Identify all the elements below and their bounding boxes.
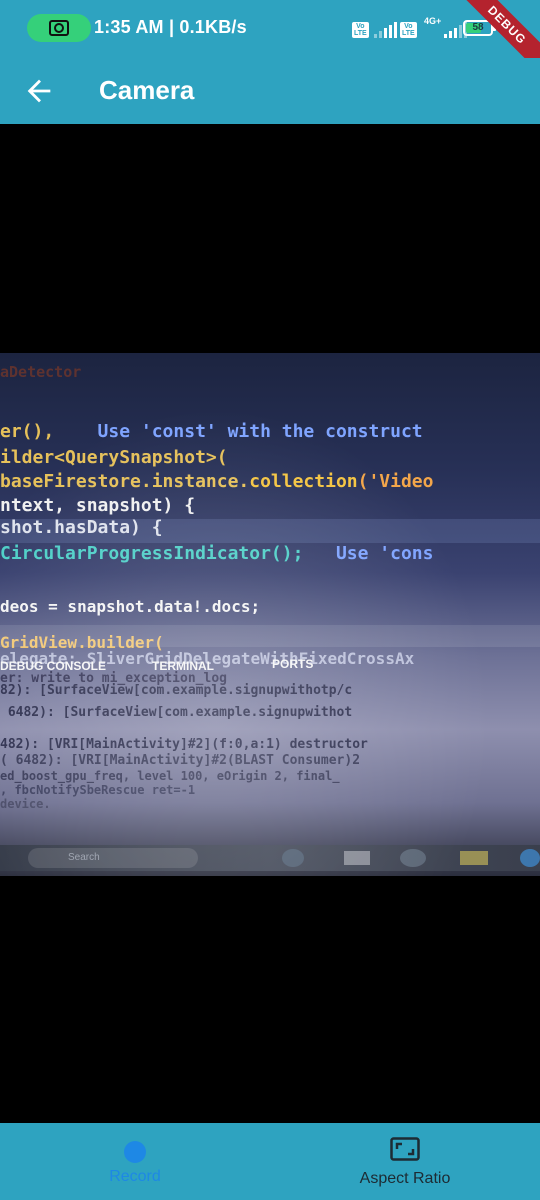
code-line: GridView.builder( <box>0 633 164 652</box>
back-arrow-icon[interactable] <box>22 74 56 108</box>
code-line: baseFirestore.instance.collection('Video <box>0 471 434 492</box>
console-line: device. <box>0 797 51 811</box>
console-line: ( 6482): [VRI[MainActivity]#2(BLAST Cons… <box>0 753 361 768</box>
aspect-ratio-icon <box>390 1137 420 1161</box>
record-button[interactable]: Record <box>90 1123 180 1200</box>
code-line: deos = snapshot.data!.docs; <box>0 597 261 616</box>
code-line: shot.hasData) { <box>0 517 163 538</box>
terminal-tab: TERMINAL <box>152 659 214 673</box>
console-line: ed_boost_gpu_freq, level 100, eOrigin 2,… <box>0 769 340 783</box>
console-line: 82): [SurfaceView[com.example.signupwith… <box>0 683 353 698</box>
code-line: ilder<QuerySnapshot>( <box>0 447 228 468</box>
status-bar: 1:35 AM | 0.1KB/s Vo LTE 4G+ Vo LTE 58 DEB… <box>0 0 540 86</box>
taskbar: Search <box>0 845 540 871</box>
taskbar-search: Search <box>28 848 198 868</box>
volte-badge: Vo LTE <box>352 22 369 38</box>
battery-level: 58 <box>472 22 484 33</box>
bottom-navigation: Record Aspect Ratio <box>0 1123 540 1200</box>
app-bar: Camera <box>0 58 540 124</box>
status-time-speed: 1:35 AM | 0.1KB/s <box>94 17 247 37</box>
console-line: 482): [VRI[MainActivity]#2](f:0,a:1) des… <box>0 737 368 752</box>
console-line: , fbcNotifySbeRescue ret=-1 <box>0 783 196 797</box>
preview-image: aDetector er(), Use 'const' with the con… <box>0 353 540 876</box>
code-line: aDetector <box>0 363 82 381</box>
code-line: elegate: SliverGridDelegateWithFixedCros… <box>0 649 415 668</box>
page-title: Camera <box>99 75 195 105</box>
camera-icon <box>49 20 69 36</box>
camera-preview[interactable]: aDetector er(), Use 'const' with the con… <box>0 124 540 1123</box>
code-line: ntext, snapshot) { <box>0 495 196 516</box>
sim1-signal-icon: Vo LTE <box>352 18 397 38</box>
aspect-ratio-label: Aspect Ratio <box>359 1170 451 1187</box>
code-line: er(), Use 'const' with the construct <box>0 421 423 442</box>
aspect-ratio-button[interactable]: Aspect Ratio <box>340 1123 470 1200</box>
record-label: Record <box>109 1168 161 1185</box>
record-dot-icon <box>124 1141 146 1163</box>
ports-tab: PORTS <box>272 657 314 671</box>
console-line: er: write to mi_exception_log <box>0 671 227 686</box>
code-line: CircularProgressIndicator(); Use 'cons <box>0 543 434 564</box>
sim2-signal-icon: Vo LTE <box>400 18 467 38</box>
console-line: 6482): [SurfaceView[com.example.signupwi… <box>0 705 353 720</box>
camera-active-indicator[interactable] <box>27 14 91 42</box>
debug-console-tab: DEBUG CONSOLE <box>0 659 107 673</box>
volte-badge-2: Vo LTE <box>400 22 417 38</box>
